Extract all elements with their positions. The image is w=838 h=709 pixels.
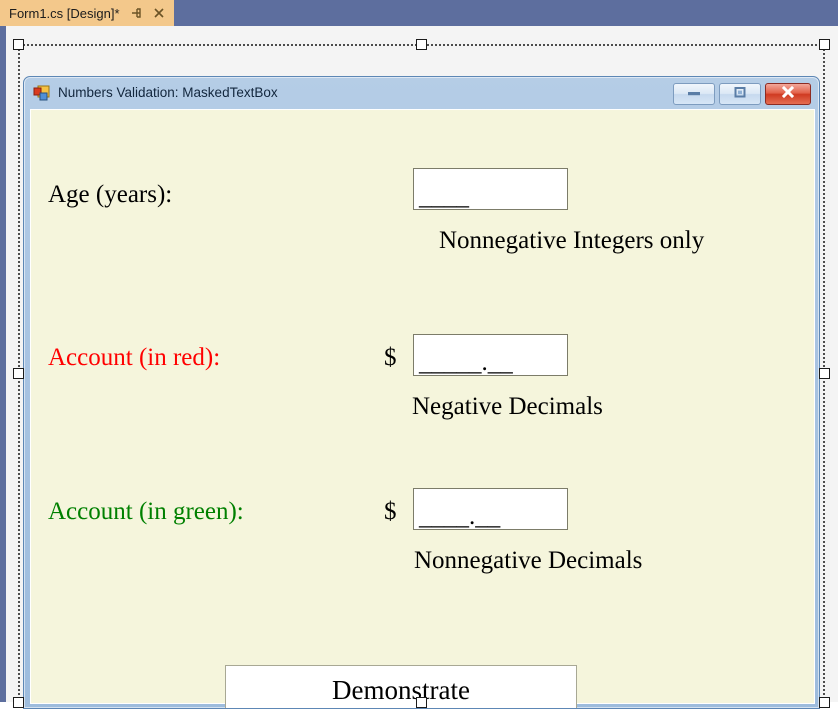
demonstrate-button-label: Demonstrate xyxy=(332,674,470,705)
visual-studio-designer-window: Form1.cs [Design]* Numbers Validation: M… xyxy=(0,0,838,709)
designer-canvas[interactable]: Numbers Validation: MaskedTextBox Age (y… xyxy=(6,26,838,709)
account-green-hint-label: Nonnegative Decimals xyxy=(414,547,643,574)
resize-handle-top-center[interactable] xyxy=(416,39,427,50)
resize-handle-bottom-right[interactable] xyxy=(819,697,830,708)
resize-handle-bottom-left[interactable] xyxy=(13,697,24,708)
account-red-masked-textbox[interactable]: _____.__ xyxy=(413,334,568,376)
resize-handle-middle-right[interactable] xyxy=(819,368,830,379)
close-button[interactable] xyxy=(765,83,811,105)
account-red-mask-value: _____.__ xyxy=(419,349,513,376)
app-form-icon xyxy=(33,85,50,101)
demonstrate-button[interactable]: Demonstrate xyxy=(225,665,577,708)
account-green-mask-value: ____.__ xyxy=(419,503,501,530)
form-client-area: Age (years): ____ Nonnegative Integers o… xyxy=(30,109,815,708)
age-hint-label: Nonnegative Integers only xyxy=(439,227,705,254)
account-red-currency-symbol: $ xyxy=(384,344,397,371)
maximize-button[interactable] xyxy=(719,83,761,105)
age-mask-value: ____ xyxy=(419,183,469,210)
account-green-label: Account (in green): xyxy=(48,498,244,525)
document-tab-label: Form1.cs [Design]* xyxy=(9,5,120,21)
form-caption-buttons xyxy=(673,83,811,105)
account-green-currency-symbol: $ xyxy=(384,498,397,525)
minimize-icon xyxy=(684,85,704,103)
account-red-label: Account (in red): xyxy=(48,344,221,371)
pin-icon[interactable] xyxy=(129,6,143,20)
minimize-button[interactable] xyxy=(673,83,715,105)
document-tab-form1-design[interactable]: Form1.cs [Design]* xyxy=(0,0,174,26)
close-icon[interactable] xyxy=(152,6,166,20)
resize-handle-middle-left[interactable] xyxy=(13,368,24,379)
winform-preview[interactable]: Numbers Validation: MaskedTextBox Age (y… xyxy=(23,76,820,709)
close-icon xyxy=(778,85,798,104)
resize-handle-top-left[interactable] xyxy=(13,39,24,50)
account-green-masked-textbox[interactable]: ____.__ xyxy=(413,488,568,530)
document-tab-strip: Form1.cs [Design]* xyxy=(0,0,838,26)
age-masked-textbox[interactable]: ____ xyxy=(413,168,568,210)
age-label: Age (years): xyxy=(48,181,173,208)
resize-handle-bottom-center[interactable] xyxy=(416,697,427,708)
form-title-text: Numbers Validation: MaskedTextBox xyxy=(58,85,278,101)
account-red-hint-label: Negative Decimals xyxy=(412,393,603,420)
resize-handle-top-right[interactable] xyxy=(819,39,830,50)
maximize-icon xyxy=(730,85,750,104)
form-title-bar: Numbers Validation: MaskedTextBox xyxy=(24,77,819,109)
